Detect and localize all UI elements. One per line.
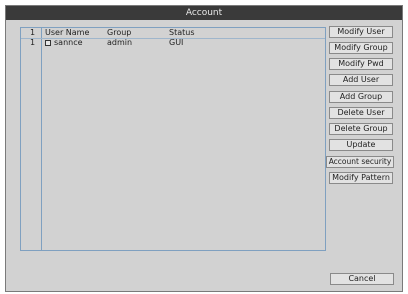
delete-user-button[interactable]: Delete User xyxy=(329,107,393,119)
modify-pattern-button[interactable]: Modify Pattern xyxy=(329,172,393,184)
cancel-button[interactable]: Cancel xyxy=(330,273,394,285)
modify-user-button[interactable]: Modify User xyxy=(329,26,393,38)
delete-group-button[interactable]: Delete Group xyxy=(329,123,393,135)
row-status: GUI xyxy=(169,38,184,47)
account-dialog: Account 1 User Name Group Status 1 sannc… xyxy=(5,5,403,292)
modify-group-button[interactable]: Modify Group xyxy=(329,42,393,54)
column-header-status: Status xyxy=(169,28,195,37)
column-header-user-name: User Name xyxy=(45,28,90,37)
add-user-button[interactable]: Add User xyxy=(329,74,393,86)
account-security-button[interactable]: Account security xyxy=(326,156,394,168)
row-group: admin xyxy=(107,38,133,47)
add-group-button[interactable]: Add Group xyxy=(329,91,393,103)
table-divider xyxy=(41,28,42,250)
dialog-title: Account xyxy=(6,6,402,20)
row-user-name: sannce xyxy=(54,38,83,47)
row-index: 1 xyxy=(30,38,36,47)
modify-pwd-button[interactable]: Modify Pwd xyxy=(329,58,393,70)
column-header-index: 1 xyxy=(30,28,36,37)
account-table: 1 User Name Group Status 1 sannce admin … xyxy=(20,27,326,251)
row-checkbox[interactable] xyxy=(45,40,51,46)
update-button[interactable]: Update xyxy=(329,139,393,151)
column-header-group: Group xyxy=(107,28,132,37)
